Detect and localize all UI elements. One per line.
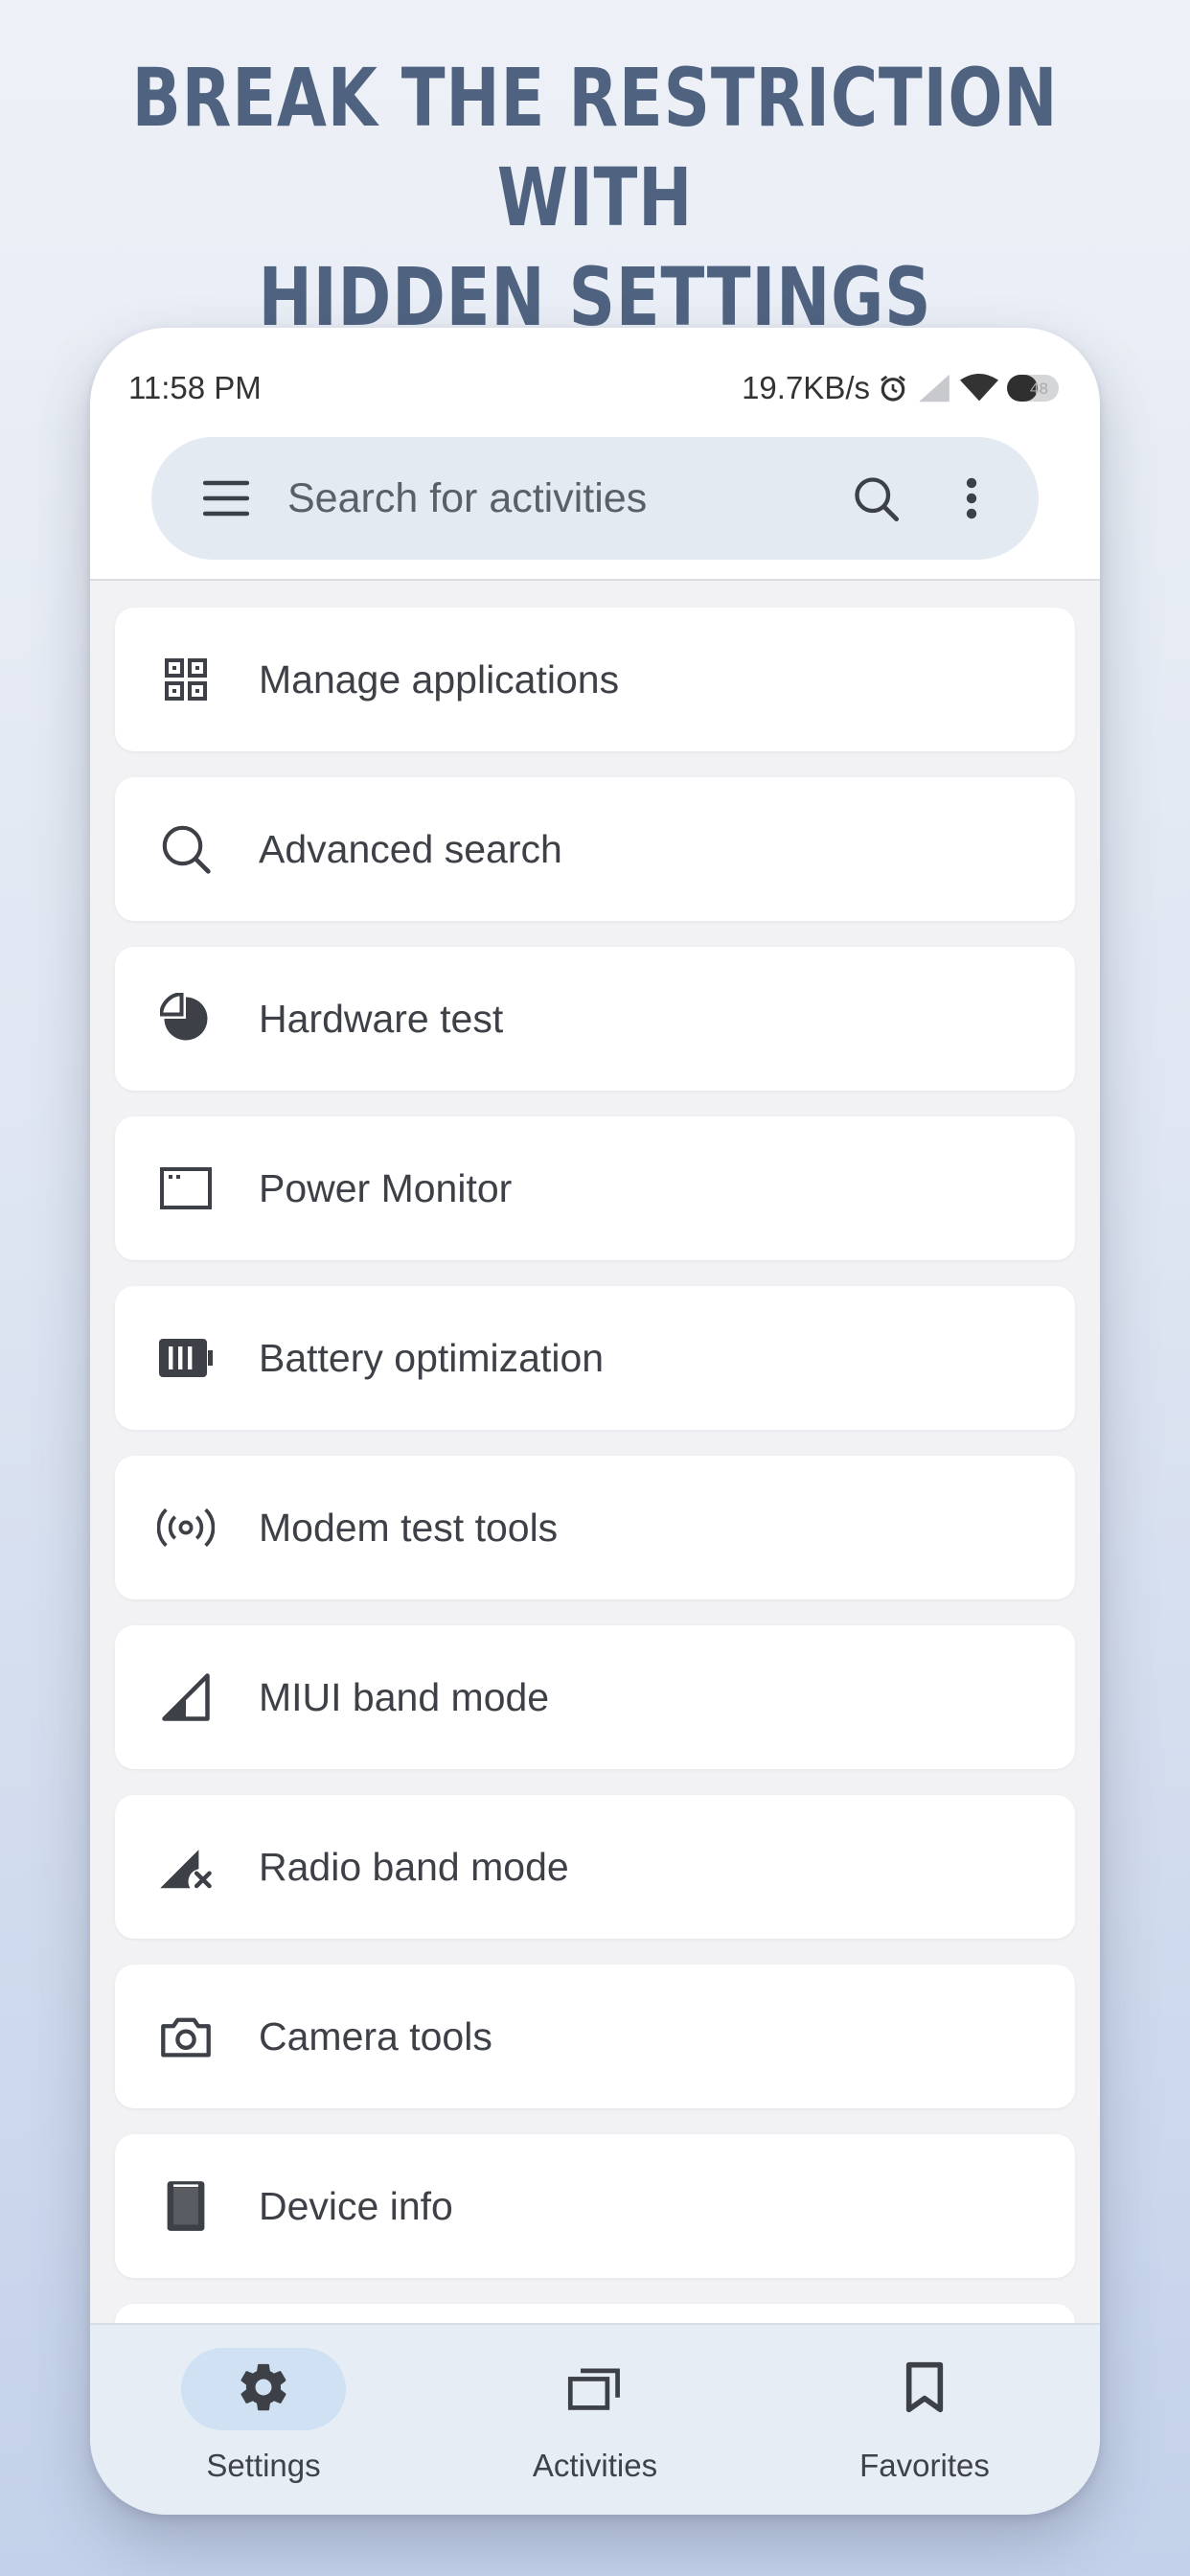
status-icons: 19.7KB/s 48 — [742, 370, 1062, 406]
list-item-battery-optimization[interactable]: Battery optimization — [115, 1286, 1075, 1430]
bottom-navigation: Settings Activities Favorites — [90, 2323, 1100, 2515]
window-icon — [157, 1160, 215, 1217]
list-item-label: Radio band mode — [259, 1844, 569, 1889]
menu-icon[interactable] — [199, 472, 253, 525]
signal-icon — [916, 373, 952, 403]
nav-favorites-label: Favorites — [859, 2448, 990, 2483]
list-item-partial[interactable] — [115, 2304, 1075, 2323]
nav-activities-label: Activities — [532, 2448, 658, 2483]
wifi-icon — [960, 373, 998, 403]
list-item-label: Battery optimization — [259, 1335, 605, 1380]
nav-settings[interactable]: Settings — [90, 2325, 425, 2515]
list-item-manage-applications[interactable]: Manage applications — [115, 608, 1075, 751]
list-item-label: Device info — [259, 2183, 453, 2228]
list-item-label: MIUI band mode — [259, 1674, 550, 1719]
windows-icon — [566, 2362, 624, 2417]
broadcast-icon — [157, 1499, 215, 1556]
nav-activities[interactable]: Activities — [422, 2325, 757, 2515]
nav-settings-label: Settings — [206, 2448, 321, 2483]
bookmark-icon — [904, 2360, 946, 2419]
signal-icon — [157, 1668, 215, 1726]
headline: BREAK THE RESTRICTION WITH HIDDEN SETTIN… — [119, 48, 1071, 347]
nav-settings-indicator — [181, 2348, 346, 2430]
list-item-hardware-test[interactable]: Hardware test — [115, 947, 1075, 1091]
search-icon[interactable] — [847, 470, 904, 527]
search-bar[interactable]: Search for activities — [151, 437, 1039, 560]
status-bar: 11:58 PM 19.7KB/s 48 — [90, 328, 1100, 420]
grid-apps-icon — [157, 651, 215, 708]
gear-icon — [236, 2359, 291, 2420]
list-item-modem-test-tools[interactable]: Modem test tools — [115, 1456, 1075, 1599]
pie-chart-icon — [157, 990, 215, 1047]
more-vert-icon[interactable] — [952, 470, 991, 527]
list-item-label: Power Monitor — [259, 1165, 513, 1210]
search-icon — [157, 820, 215, 878]
battery-icon — [157, 1329, 215, 1387]
list-item-camera-tools[interactable]: Camera tools — [115, 1965, 1075, 2108]
list-item-label: Advanced search — [259, 826, 562, 871]
device-icon — [157, 2177, 215, 2235]
network-speed: 19.7KB/s — [742, 370, 870, 405]
list-item-label: Camera tools — [259, 2013, 492, 2058]
nav-activities-indicator — [513, 2348, 677, 2430]
nav-favorites[interactable]: Favorites — [751, 2325, 1087, 2515]
list-item-radio-band-mode[interactable]: Radio band mode — [115, 1795, 1075, 1939]
battery-level: 48 — [1030, 380, 1048, 398]
alarm-icon — [878, 373, 908, 403]
search-input[interactable]: Search for activities — [287, 475, 847, 522]
list-item-label: Modem test tools — [259, 1505, 559, 1550]
list-item-label: Manage applications — [259, 656, 620, 702]
camera-icon — [157, 2008, 215, 2065]
status-time: 11:58 PM — [128, 370, 262, 405]
signal-off-icon — [157, 1838, 215, 1896]
list-item-miui-band-mode[interactable]: MIUI band mode — [115, 1625, 1075, 1769]
list-item-power-monitor[interactable]: Power Monitor — [115, 1116, 1075, 1260]
list-item-advanced-search[interactable]: Advanced search — [115, 777, 1075, 921]
battery-icon: 48 — [1006, 374, 1062, 402]
list-item-label: Hardware test — [259, 996, 504, 1041]
headline-line-1: BREAK THE RESTRICTION WITH — [131, 51, 1059, 244]
list-item-device-info[interactable]: Device info — [115, 2134, 1075, 2278]
phone-frame: 11:58 PM 19.7KB/s 48 Search for activiti… — [90, 328, 1100, 2515]
activity-list: Manage applications Advanced search Hard… — [90, 581, 1100, 2323]
nav-favorites-indicator — [842, 2348, 1007, 2430]
